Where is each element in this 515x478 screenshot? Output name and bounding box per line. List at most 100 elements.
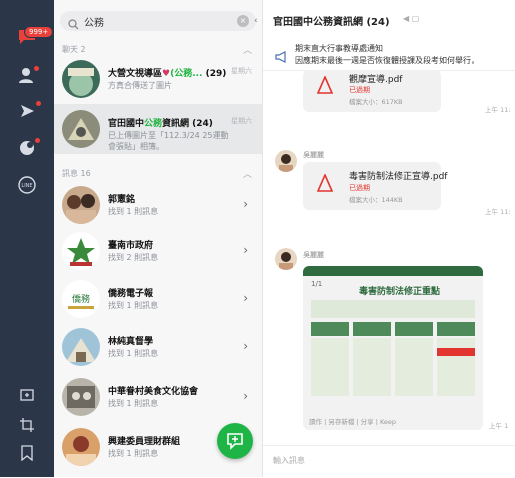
chevron-right-icon[interactable]: › bbox=[243, 243, 248, 257]
slide-highlight bbox=[437, 348, 475, 356]
slide-page: 1/1 bbox=[311, 280, 323, 288]
chat-header: 官田國中公務資訊網 (24) ◀ ▢ bbox=[263, 0, 515, 39]
chat-last-message: 方真合傳送了圖片 bbox=[108, 81, 172, 90]
chat-last-message: 已上傳圖片至「112.3/24 25運動 會張貼」相簿。 bbox=[108, 130, 229, 152]
chevron-right-icon[interactable]: › bbox=[243, 291, 248, 305]
chevron-right-icon[interactable]: › bbox=[243, 339, 248, 353]
contact-name: 興建委員理財群組 bbox=[108, 437, 181, 447]
chat-name: 官田國中公務資訊網 (24) bbox=[108, 116, 213, 129]
today-dot bbox=[35, 138, 40, 143]
list-item[interactable]: 臺南市政府 找到 2 則訊息 › bbox=[54, 226, 262, 278]
avatar bbox=[62, 186, 100, 224]
list-item[interactable]: 郭憲銘 找到 1 則訊息 › bbox=[54, 180, 262, 232]
pdf-icon bbox=[316, 173, 334, 196]
friends-dot bbox=[34, 66, 39, 71]
chevron-right-icon[interactable]: › bbox=[243, 389, 248, 403]
svg-text:LINE: LINE bbox=[21, 183, 32, 189]
avatar bbox=[62, 110, 100, 148]
slide-column bbox=[353, 338, 391, 396]
match-count: 找到 1 則訊息 bbox=[108, 399, 159, 408]
file-size: 檔案大小：144KB bbox=[349, 196, 403, 204]
slide-column bbox=[437, 338, 475, 396]
bookmark-icon[interactable] bbox=[16, 442, 38, 464]
contact-name: 中華眷村美食文化協會 bbox=[108, 387, 199, 397]
image-message[interactable]: 1/1 毒害防制法修正重點 讀作 | 另存新檔 | 分享 | Keep bbox=[303, 266, 483, 430]
list-item[interactable]: 僑務 僑務電子報 找到 1 則訊息 › bbox=[54, 274, 262, 326]
message-input-placeholder: 輸入訊息 bbox=[273, 456, 305, 465]
chat-item[interactable]: 大營文視導區♥(公務... (29) 方真合傳送了圖片 星期六 bbox=[54, 54, 262, 106]
pdf-icon bbox=[316, 75, 334, 98]
avatar bbox=[62, 60, 100, 98]
timeline-icon[interactable] bbox=[16, 100, 38, 122]
message-time: 上午 11: bbox=[485, 106, 511, 114]
mute-icon[interactable]: ◀ ▢ bbox=[403, 14, 419, 23]
avatar[interactable] bbox=[275, 248, 297, 270]
announcement-line1: 期末直大行事教導處通知 bbox=[295, 44, 383, 53]
chat-plus-icon bbox=[227, 433, 243, 450]
chat-name-text: 大營文視導區 bbox=[108, 69, 163, 79]
collapse-panel-icon[interactable]: ‹ bbox=[254, 16, 258, 26]
add-window-icon[interactable] bbox=[16, 384, 38, 406]
chat-item[interactable]: 官田國中公務資訊網 (24) 已上傳圖片至「112.3/24 25運動 會張貼」相… bbox=[54, 104, 262, 154]
chat-last-message-line2: 會張貼」相簿。 bbox=[108, 142, 164, 151]
announcement-line2: 因應期末最後一週是否恢復體授課及段考如何舉行， bbox=[295, 56, 479, 65]
chat-window: 官田國中公務資訊網 (24) ◀ ▢ 期末直大行事教導處通知 因應期末最後一週是… bbox=[263, 0, 515, 477]
search-box[interactable]: 公務 × bbox=[60, 11, 256, 31]
sender-name: 吳麗麗 bbox=[303, 151, 324, 159]
match-count: 找到 2 則訊息 bbox=[108, 253, 159, 262]
match-count: 找到 1 則訊息 bbox=[108, 301, 159, 310]
slide-column-header bbox=[395, 322, 433, 336]
line-icon[interactable]: LINE bbox=[16, 174, 38, 196]
crop-icon[interactable] bbox=[16, 414, 38, 436]
chat-name: 大營文視導區♥(公務... (29) bbox=[108, 69, 227, 79]
slide-column bbox=[395, 338, 433, 396]
message-time: 上午 11: bbox=[485, 208, 511, 216]
file-status: 已過期 bbox=[349, 184, 370, 192]
list-item[interactable]: 中華眷村美食文化協會 找到 1 則訊息 › bbox=[54, 372, 262, 424]
file-name: 毒害防制法修正宣導.pdf bbox=[349, 172, 448, 182]
avatar bbox=[62, 378, 100, 416]
file-status: 已過期 bbox=[349, 86, 370, 94]
chat-time: 星期六 bbox=[231, 117, 252, 125]
chat-list-panel: 公務 × 聊天 2 ︿ 大營文視導區♥(公務... (29) 方真合傳送了圖片 … bbox=[54, 0, 263, 477]
match-count: 找到 1 則訊息 bbox=[108, 207, 159, 216]
new-chat-button[interactable] bbox=[217, 423, 253, 459]
clear-search-icon[interactable]: × bbox=[237, 15, 249, 27]
section-messages-label: 訊息 16 bbox=[62, 169, 91, 178]
chat-badge: 999+ bbox=[24, 26, 54, 38]
slide-column-header bbox=[437, 322, 475, 336]
slide-column-header bbox=[353, 322, 391, 336]
chevron-right-icon[interactable]: › bbox=[243, 197, 248, 211]
match-count: 找到 1 則訊息 bbox=[108, 349, 159, 358]
image-actions[interactable]: 讀作 | 另存新檔 | 分享 | Keep bbox=[309, 416, 396, 426]
announcement-bar[interactable]: 期末直大行事教導處通知 因應期末最後一週是否恢復體授課及段考如何舉行， bbox=[263, 38, 515, 71]
message-time: 上午 1 bbox=[489, 422, 509, 430]
slide-text-block bbox=[311, 300, 475, 318]
chat-last-message-line1: 已上傳圖片至「112.3/24 25運動 bbox=[108, 131, 229, 140]
slide-title: 毒害防制法修正重點 bbox=[359, 287, 441, 297]
chat-name-text: 資訊網 (24) bbox=[162, 119, 213, 129]
file-name: 觀摩宣導.pdf bbox=[349, 75, 403, 85]
avatar bbox=[62, 232, 100, 270]
avatar[interactable] bbox=[275, 150, 297, 172]
avatar: 僑務 bbox=[62, 280, 100, 318]
slide-column-header bbox=[311, 322, 349, 336]
chat-name-count: (29) bbox=[205, 69, 227, 79]
match-count: 找到 1 則訊息 bbox=[108, 449, 159, 458]
list-item[interactable]: 林純真督學 找到 1 則訊息 › bbox=[54, 322, 262, 374]
file-message[interactable]: 觀摩宣導.pdf 已過期 檔案大小：617KB bbox=[303, 70, 441, 112]
chat-name-text: 官田國中 bbox=[108, 119, 145, 129]
nav-bar: 999+ LINE bbox=[0, 0, 54, 477]
file-message[interactable]: 毒害防制法修正宣導.pdf 已過期 檔案大小：144KB bbox=[303, 162, 447, 210]
avatar bbox=[62, 428, 100, 466]
timeline-dot bbox=[36, 101, 41, 106]
sender-name: 吳麗麗 bbox=[303, 251, 324, 259]
contact-name: 郭憲銘 bbox=[108, 195, 136, 205]
search-input[interactable]: 公務 bbox=[84, 14, 104, 29]
slide-header bbox=[303, 266, 483, 276]
message-input[interactable]: 輸入訊息 bbox=[263, 445, 515, 478]
chevron-up-icon[interactable]: ︿ bbox=[243, 167, 252, 180]
contact-name: 僑務電子報 bbox=[108, 289, 154, 299]
avatar bbox=[62, 328, 100, 366]
chat-time: 星期六 bbox=[231, 67, 252, 75]
